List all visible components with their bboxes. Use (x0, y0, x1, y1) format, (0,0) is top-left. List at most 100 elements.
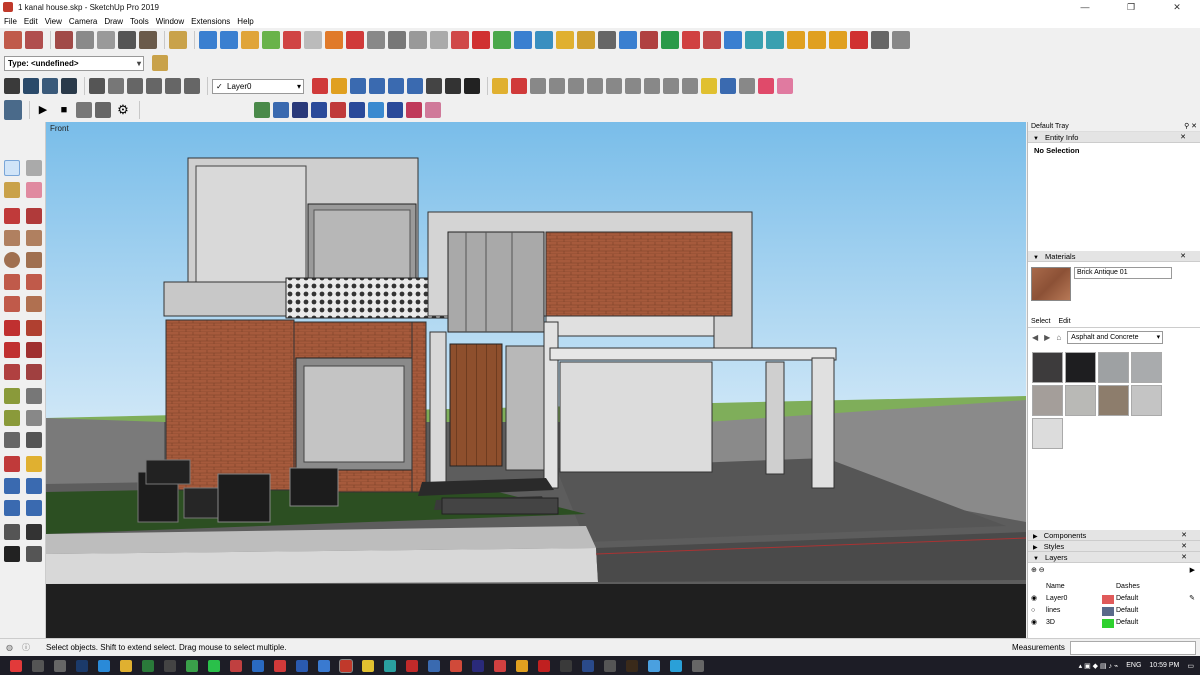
3d-text-icon[interactable] (26, 432, 42, 448)
shape-5-icon[interactable] (606, 78, 622, 94)
paint-bucket-icon[interactable] (169, 31, 187, 49)
record-icon[interactable] (76, 102, 92, 118)
menu-draw[interactable]: Draw (104, 17, 123, 26)
text-icon[interactable] (26, 410, 42, 426)
shape-9-icon[interactable] (682, 78, 698, 94)
file-explorer-icon[interactable] (120, 659, 132, 672)
paint-icon[interactable] (4, 182, 20, 198)
forward-arrow-icon[interactable]: ▶ (1044, 333, 1050, 342)
shape-4-icon[interactable] (587, 78, 603, 94)
current-material-swatch[interactable] (1031, 267, 1071, 301)
rotate-tool-icon[interactable] (4, 342, 20, 358)
shape-6-icon[interactable] (625, 78, 641, 94)
zoom-extents-icon[interactable] (388, 78, 404, 94)
points-icon[interactable] (850, 31, 868, 49)
details-arrow-icon[interactable]: ▶ (1190, 565, 1195, 577)
menu-edit[interactable]: Edit (24, 17, 38, 26)
extension-manager-icon[interactable] (76, 31, 94, 49)
two-point-arc-icon[interactable] (26, 274, 42, 290)
dimension-icon[interactable] (26, 388, 42, 404)
follow-me-tool-icon[interactable] (26, 342, 42, 358)
add-layer-icon[interactable]: ⊕ ⊖ (1031, 565, 1045, 577)
zoom-extents-tool-icon[interactable] (4, 500, 20, 516)
freehand-icon[interactable] (26, 208, 42, 224)
polygon-icon[interactable] (26, 252, 42, 268)
minimize-button[interactable]: — (1062, 0, 1108, 14)
layer-row[interactable]: ◉ 3D Default (1028, 617, 1200, 629)
material-swatch[interactable] (1098, 385, 1129, 416)
select-arrow-icon[interactable] (4, 160, 20, 176)
iso-view-icon[interactable] (89, 78, 105, 94)
walk-tool-icon[interactable] (4, 546, 20, 562)
pencil-icon[interactable]: ✎ (1189, 593, 1195, 605)
align-icon[interactable] (349, 102, 365, 118)
tab-edit[interactable]: Edit (1058, 316, 1070, 327)
material-swatch[interactable] (1131, 352, 1162, 383)
look-around-tool-icon[interactable] (26, 524, 42, 540)
zoom-icon[interactable] (350, 78, 366, 94)
solid-tools-icon[interactable] (682, 31, 700, 49)
circle-icon[interactable] (4, 252, 20, 268)
material-swatch[interactable] (1131, 385, 1162, 416)
eraser-icon[interactable] (26, 182, 42, 198)
home-icon[interactable]: ⌂ (1056, 333, 1061, 342)
protractor-icon[interactable] (4, 410, 20, 426)
outer-shell-icon[interactable] (703, 31, 721, 49)
layout-icon[interactable] (97, 31, 115, 49)
app-icon[interactable] (450, 659, 462, 672)
measurements-input[interactable] (1070, 641, 1196, 655)
arc-icon[interactable] (4, 274, 20, 290)
rotated-rect-icon[interactable] (26, 230, 42, 246)
rectangle-icon[interactable] (4, 230, 20, 246)
tray-icons[interactable]: ▴ ▣ ◆ ▤ ♪ ⌁ (1079, 662, 1119, 670)
app-icon[interactable] (516, 659, 528, 672)
shape-1-icon[interactable] (530, 78, 546, 94)
three-point-arc-icon[interactable] (4, 296, 20, 312)
bucket-toolbar-icon[interactable] (152, 55, 168, 71)
position-camera-icon[interactable] (426, 78, 442, 94)
top-view-icon[interactable] (108, 78, 124, 94)
telegram-icon[interactable] (670, 659, 682, 672)
subtract-icon[interactable] (745, 31, 763, 49)
restore-button[interactable]: ❐ (1108, 0, 1154, 14)
play-icon[interactable]: ▶ (34, 101, 52, 119)
smoove-icon[interactable] (241, 31, 259, 49)
shape-2-icon[interactable] (549, 78, 565, 94)
orbit-tool-icon[interactable] (4, 456, 20, 472)
intersect-icon[interactable] (535, 31, 553, 49)
shape-3-icon[interactable] (568, 78, 584, 94)
orbit-icon[interactable] (312, 78, 328, 94)
back-arrow-icon[interactable]: ◀ (1032, 333, 1038, 342)
zoom-window-tool-icon[interactable] (26, 478, 42, 494)
stamp-icon[interactable] (262, 31, 280, 49)
material-swatch[interactable] (1032, 418, 1063, 449)
cross-blue-icon[interactable] (514, 31, 532, 49)
offset-icon[interactable] (430, 31, 448, 49)
back-view-icon[interactable] (165, 78, 181, 94)
section-tool-icon[interactable] (26, 546, 42, 562)
material-swatch[interactable] (1065, 385, 1096, 416)
union-icon[interactable] (724, 31, 742, 49)
app-icon[interactable] (582, 659, 594, 672)
type-selector[interactable]: Type: <undefined> (4, 55, 144, 71)
info-icon[interactable]: ⓘ (22, 639, 30, 657)
material-swatch[interactable] (1098, 352, 1129, 383)
sandbox-from-scratch-icon[interactable] (220, 31, 238, 49)
app-icon[interactable] (274, 659, 286, 672)
front-view-icon[interactable] (127, 78, 143, 94)
task-view-icon[interactable] (54, 659, 66, 672)
app-icon[interactable] (648, 659, 660, 672)
app-icon[interactable] (230, 659, 242, 672)
close-panel-icon[interactable]: ✕ (1180, 251, 1186, 262)
stop-icon[interactable]: ■ (55, 101, 73, 119)
app-icon[interactable] (428, 659, 440, 672)
shape-8-icon[interactable] (663, 78, 679, 94)
language-indicator[interactable]: ENG (1126, 662, 1141, 669)
app-icon[interactable] (318, 659, 330, 672)
visible-eye-icon[interactable]: ◉ (1031, 593, 1037, 605)
layer-color[interactable] (1102, 607, 1114, 616)
excel-icon[interactable] (142, 659, 154, 672)
material-name-field[interactable]: Brick Antique 01 (1074, 267, 1172, 279)
shape-12-icon[interactable] (739, 78, 755, 94)
section-cut-icon[interactable] (388, 31, 406, 49)
